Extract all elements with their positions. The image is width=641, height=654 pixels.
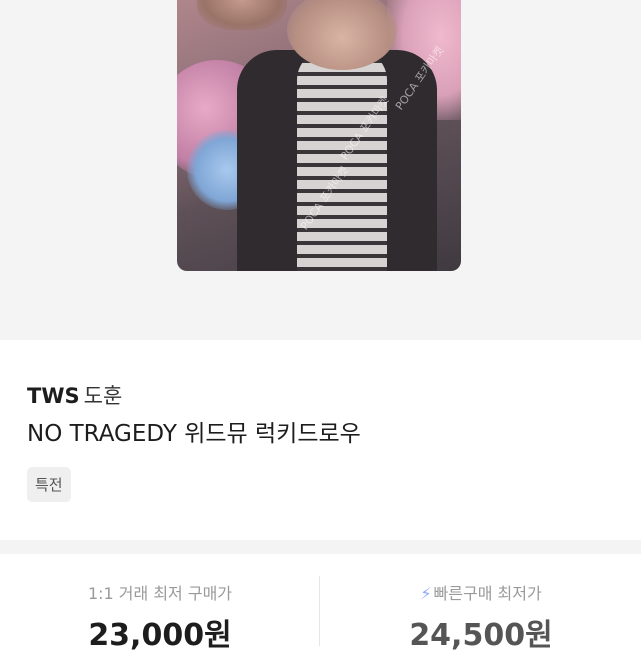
artist-name: TWS 도훈 [27, 380, 122, 410]
direct-price-value: 23,000원 [88, 618, 232, 653]
quick-price-label-row: ⚡ 빠른구매 최저가 [321, 580, 641, 604]
tag-badge: 특전 [27, 467, 71, 502]
quick-price-value: 24,500원 [409, 618, 553, 653]
product-image-area: POCA 포카마켓 POCA 포카마켓 POCA 포카마켓 [0, 0, 641, 340]
photo-card-image[interactable]: POCA 포카마켓 POCA 포카마켓 POCA 포카마켓 [177, 0, 461, 271]
section-divider [0, 540, 641, 554]
direct-price-label: 1:1 거래 최저 구매가 [87, 584, 233, 603]
artist-group: TWS [27, 384, 80, 408]
price-divider [319, 576, 320, 646]
quick-price-label: 빠른구매 최저가 [433, 584, 542, 603]
direct-trade-price[interactable]: 1:1 거래 최저 구매가 23,000원 [0, 580, 320, 654]
product-title: NO TRAGEDY 위드뮤 럭키드로우 [27, 421, 361, 447]
quick-buy-price[interactable]: ⚡ 빠른구매 최저가 24,500원 [321, 580, 641, 654]
artist-member: 도훈 [83, 384, 123, 408]
lightning-icon: ⚡ [420, 584, 432, 603]
